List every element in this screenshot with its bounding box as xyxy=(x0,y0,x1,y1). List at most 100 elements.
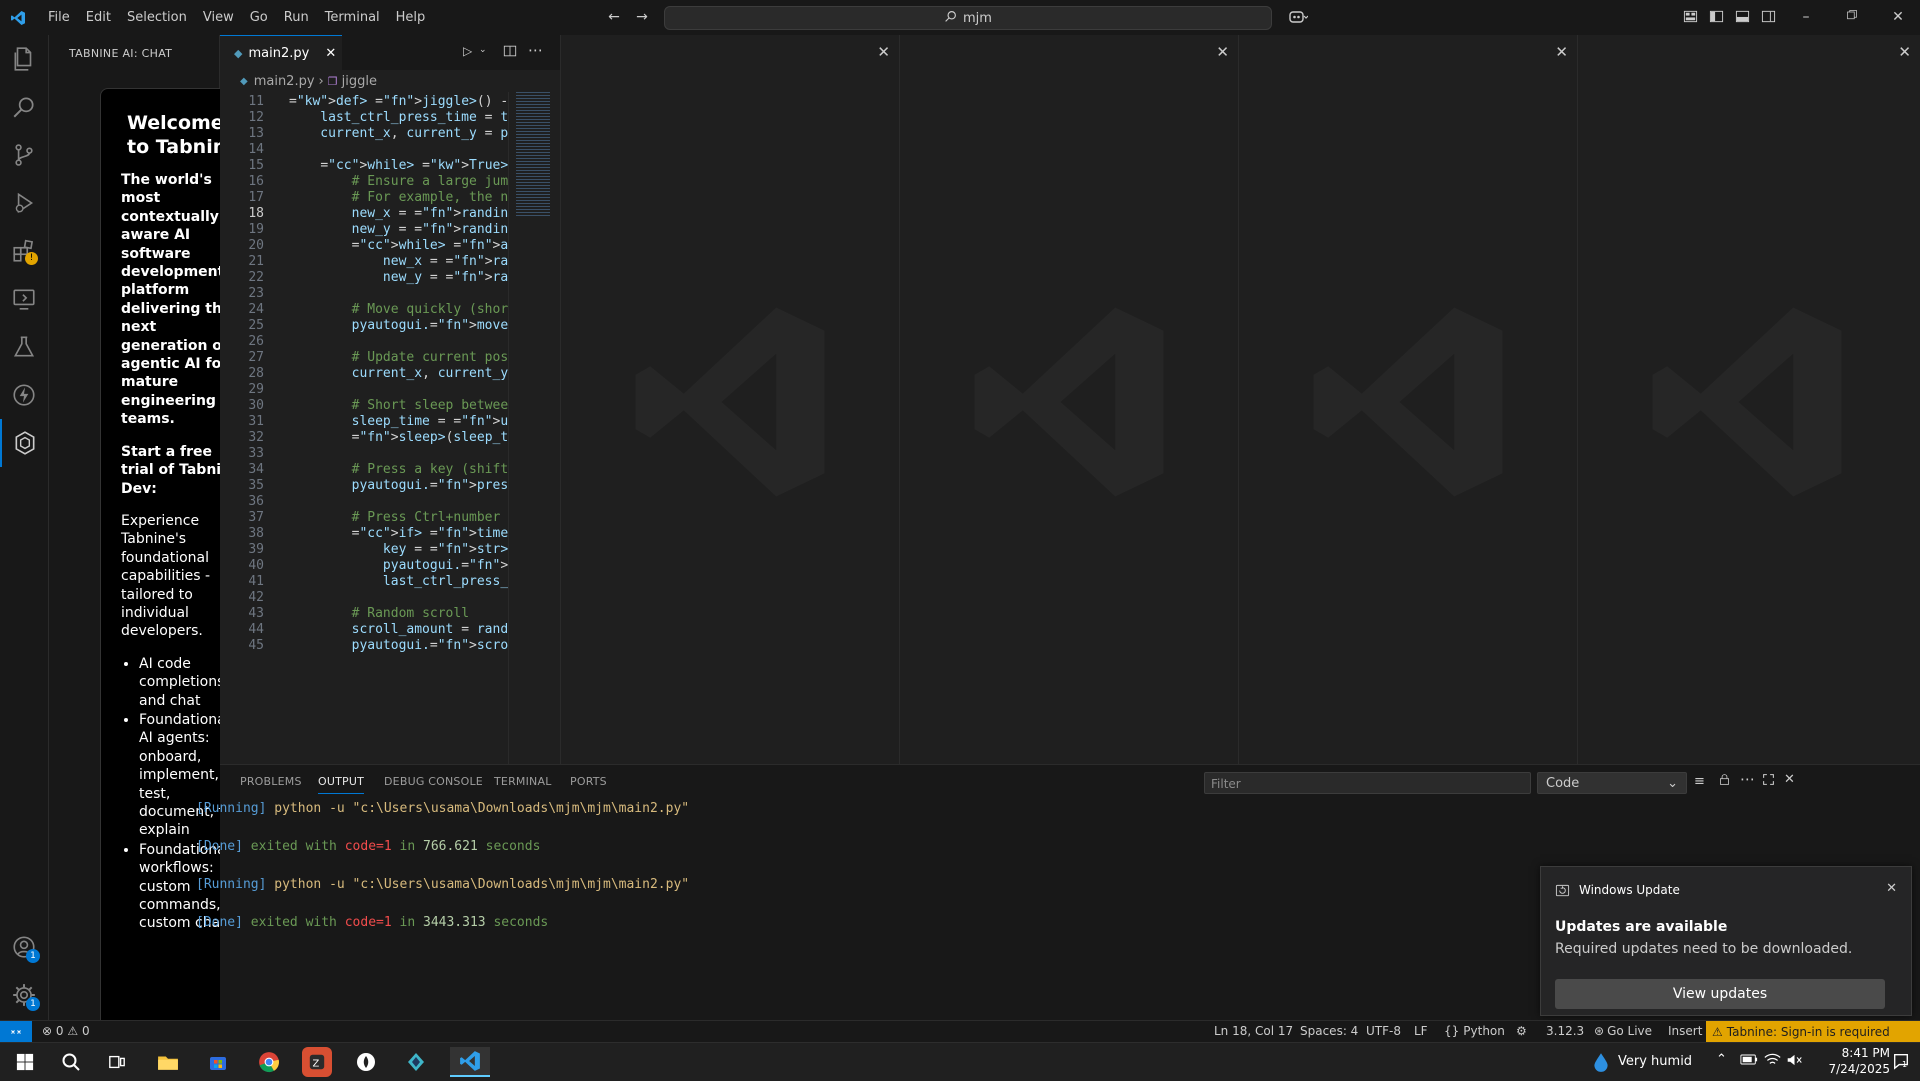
toggle-secondary-sidebar-icon[interactable] xyxy=(1760,9,1776,25)
taskbar-search-icon[interactable] xyxy=(56,1047,86,1077)
code-line[interactable]: # Short sleep between xyxy=(289,398,516,413)
python-interpreter[interactable]: 3.12.3 xyxy=(1546,1024,1584,1038)
output-channel-select[interactable]: Code ⌄ xyxy=(1537,772,1687,794)
tabnine-status[interactable]: ⚠ Tabnine: Sign-in is required xyxy=(1706,1021,1920,1043)
task-view-icon[interactable] xyxy=(102,1047,132,1077)
code-line[interactable]: last_ctrl_press_t xyxy=(289,574,516,589)
code-line[interactable]: scroll_amount = rand xyxy=(289,622,509,637)
battery-icon[interactable] xyxy=(1740,1054,1758,1069)
toast-close-icon[interactable]: ✕ xyxy=(1886,881,1897,896)
customize-layout-icon[interactable] xyxy=(1682,9,1698,25)
cursor-position[interactable]: Ln 18, Col 17 xyxy=(1214,1024,1293,1038)
manage-gear-icon[interactable]: 1 xyxy=(0,971,48,1019)
windows-update-toast[interactable]: Windows Update ✕ Updates are available R… xyxy=(1540,866,1912,1016)
close-window-icon[interactable]: ✕ xyxy=(1890,9,1906,25)
menu-view[interactable]: View xyxy=(195,0,242,35)
menu-terminal[interactable]: Terminal xyxy=(317,0,388,35)
clock-time[interactable]: 8:41 PM xyxy=(1820,1046,1890,1060)
editor-mode[interactable]: Insert xyxy=(1668,1024,1702,1038)
app-diamond-icon[interactable] xyxy=(401,1047,431,1077)
lock-scroll-icon[interactable] xyxy=(1718,773,1731,790)
menu-edit[interactable]: Edit xyxy=(78,0,119,35)
back-arrow-icon[interactable]: ← xyxy=(606,9,622,25)
code-editor[interactable]: 11="kw">def> ="fn">jiggle>() -> ="kw">No… xyxy=(220,92,560,764)
zotero-app-icon[interactable]: Z xyxy=(302,1047,332,1077)
vscode-taskbar-icon[interactable] xyxy=(450,1047,490,1077)
minimize-icon[interactable]: – xyxy=(1798,9,1814,25)
tab-main2-py[interactable]: ◆ main2.py ✕ xyxy=(220,35,342,71)
menu-selection[interactable]: Selection xyxy=(119,0,195,35)
file-explorer-icon[interactable] xyxy=(153,1047,183,1077)
copilot-status-icon[interactable]: ⚙ xyxy=(1516,1024,1527,1038)
microsoft-store-icon[interactable] xyxy=(203,1047,233,1077)
tab-debug-console[interactable]: DEBUG CONSOLE xyxy=(384,775,483,788)
close-group-icon[interactable]: ✕ xyxy=(1898,43,1911,61)
remote-explorer-icon[interactable] xyxy=(0,275,48,323)
language-mode[interactable]: {} Python xyxy=(1444,1024,1505,1038)
volume-icon[interactable] xyxy=(1786,1053,1803,1071)
close-panel-icon[interactable]: ✕ xyxy=(1784,772,1795,787)
problems-indicator[interactable]: ⊗ 0 ⚠ 0 xyxy=(42,1024,90,1038)
tab-problems[interactable]: PROBLEMS xyxy=(240,775,302,788)
explorer-icon[interactable] xyxy=(0,35,48,83)
run-python-file-icon[interactable]: ▷ xyxy=(463,44,472,58)
code-line[interactable]: # Ensure a large jump xyxy=(289,174,516,189)
code-line[interactable]: # Update current posi xyxy=(289,350,516,365)
accounts-icon[interactable]: 1 xyxy=(0,923,48,971)
indentation[interactable]: Spaces: 4 xyxy=(1300,1024,1358,1038)
breadcrumb-symbol[interactable]: jiggle xyxy=(342,74,377,89)
menu-go[interactable]: Go xyxy=(242,0,276,35)
code-line[interactable]: # Move quickly (short xyxy=(289,302,516,317)
code-line[interactable]: ="fn">sleep>(sleep_time) xyxy=(289,430,540,445)
tray-chevron-up-icon[interactable]: ⌃ xyxy=(1716,1052,1727,1067)
search-view-icon[interactable] xyxy=(0,83,48,131)
menu-run[interactable]: Run xyxy=(276,0,317,35)
extensions-icon[interactable]: ! xyxy=(0,227,48,275)
view-updates-button[interactable]: View updates xyxy=(1555,979,1885,1009)
code-line[interactable]: current_x, current_y = py xyxy=(289,126,516,141)
minimap[interactable] xyxy=(516,92,550,216)
restore-icon[interactable] xyxy=(1844,9,1860,25)
command-center-search[interactable]: mjm xyxy=(664,6,1272,30)
code-line[interactable]: # Random scroll xyxy=(289,606,469,621)
menu-help[interactable]: Help xyxy=(388,0,434,35)
copilot-icon[interactable] xyxy=(1284,9,1312,25)
breadcrumb-file[interactable]: main2.py xyxy=(254,74,315,89)
code-line[interactable]: # Press a key (shift xyxy=(289,462,509,477)
code-line[interactable]: # Press Ctrl+number e xyxy=(289,510,516,525)
windows-start-icon[interactable] xyxy=(10,1047,40,1077)
tab-output[interactable]: OUTPUT xyxy=(318,775,365,794)
source-control-icon[interactable] xyxy=(0,131,48,179)
clear-output-icon[interactable]: ≡ xyxy=(1694,774,1705,789)
remote-indicator[interactable] xyxy=(0,1021,32,1043)
code-line[interactable]: current_x, current_y xyxy=(289,366,516,381)
code-line[interactable]: ="cc">while> ="kw">True>: xyxy=(289,158,516,173)
run-dropdown-icon[interactable]: ⌄ xyxy=(479,45,487,55)
notification-center-icon[interactable]: 1 xyxy=(1892,1052,1910,1074)
toggle-panel-icon[interactable] xyxy=(1734,9,1750,25)
code-line[interactable]: last_ctrl_press_time = t xyxy=(289,110,508,125)
tab-terminal[interactable]: TERMINAL xyxy=(494,775,552,788)
tabnine-icon[interactable] xyxy=(0,419,48,467)
app-shield-icon[interactable] xyxy=(351,1047,381,1077)
more-actions-icon[interactable]: ⋯ xyxy=(1740,770,1755,788)
chrome-icon[interactable] xyxy=(254,1047,284,1077)
wifi-icon[interactable] xyxy=(1764,1053,1781,1071)
tab-close-icon[interactable]: ✕ xyxy=(325,46,336,61)
testing-icon[interactable] xyxy=(0,323,48,371)
maximize-panel-icon[interactable] xyxy=(1762,773,1775,790)
clock-date[interactable]: 7/24/2025 xyxy=(1820,1062,1890,1076)
menu-file[interactable]: File xyxy=(40,0,78,35)
forward-arrow-icon[interactable]: → xyxy=(634,9,650,25)
close-group-icon[interactable]: ✕ xyxy=(877,43,890,61)
close-group-icon[interactable]: ✕ xyxy=(1216,43,1229,61)
run-debug-icon[interactable] xyxy=(0,179,48,227)
tab-ports[interactable]: PORTS xyxy=(570,775,607,788)
split-editor-icon[interactable] xyxy=(503,44,517,62)
end-of-line[interactable]: LF xyxy=(1414,1024,1428,1038)
output-filter-input[interactable]: Filter xyxy=(1204,772,1531,794)
toggle-primary-sidebar-icon[interactable] xyxy=(1708,9,1724,25)
more-actions-icon[interactable]: ⋯ xyxy=(528,41,543,59)
go-live-button[interactable]: ⊛ Go Live xyxy=(1594,1024,1652,1038)
close-group-icon[interactable]: ✕ xyxy=(1555,43,1568,61)
